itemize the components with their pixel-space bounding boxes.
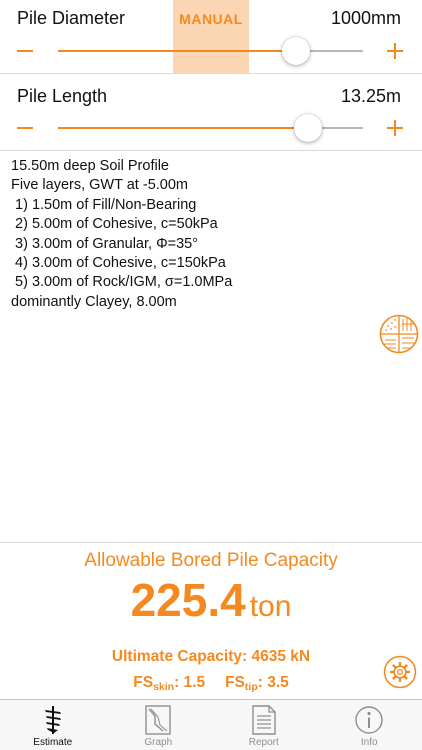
tab-info[interactable]: Info [317, 700, 422, 750]
tab-graph[interactable]: Graph [106, 700, 212, 750]
pile-diameter-section: MANUAL Pile Diameter 1000mm [0, 0, 422, 74]
profile-line: 4) 3.00m of Cohesive, c=150kPa [11, 255, 226, 272]
auger-icon [44, 706, 61, 734]
info-icon [355, 706, 383, 734]
soil-layers-icon [379, 314, 419, 354]
capacity-unit: ton [249, 590, 292, 623]
fs-tip-label: FS [225, 674, 245, 691]
gear-icon [383, 655, 417, 689]
tab-label: Graph [144, 737, 173, 748]
pile-diameter-label: Pile Diameter [17, 8, 126, 28]
pile-length-label: Pile Length [17, 86, 108, 106]
profile-line: 1) 1.50m of Fill/Non-Bearing [11, 196, 197, 213]
profile-line: Five layers, GWT at -5.00m [11, 177, 188, 194]
soil-profile-button[interactable] [379, 314, 419, 354]
manual-mode-toggle[interactable]: MANUAL [173, 11, 249, 27]
report-icon [252, 705, 276, 735]
capacity-value: 225.4 [130, 574, 246, 626]
pile-diameter-value: 1000mm [330, 8, 401, 28]
factors-of-safety: FSskin: 1.5 FStip: 3.5 [0, 674, 422, 693]
fs-tip-value: : 3.5 [257, 674, 289, 691]
ultimate-capacity: Ultimate Capacity: 4635 kN [111, 648, 311, 665]
soil-profile-text: 15.50m deep Soil Profile Five layers, GW… [11, 157, 371, 312]
graph-icon [145, 705, 171, 735]
slider-thumb[interactable] [294, 114, 322, 142]
diameter-increase-button[interactable] [385, 41, 405, 61]
allowable-capacity-title: Allowable Bored Pile Capacity [84, 550, 338, 571]
allowable-capacity: 225.4 ton [0, 573, 422, 627]
app-root: MANUAL Pile Diameter 1000mm Pile Length … [0, 0, 422, 750]
profile-line: dominantly Clayey, 8.00m [11, 293, 177, 310]
profile-line: 3) 3.00m of Granular, Φ=35° [11, 235, 199, 252]
profile-line: 5) 3.00m of Rock/IGM, σ=1.0MPa [11, 274, 233, 291]
slider-fill [58, 127, 308, 129]
fs-skin-subscript: skin [153, 681, 175, 693]
profile-line: 2) 5.00m of Cohesive, c=50kPa [11, 216, 218, 233]
results-panel: Allowable Bored Pile Capacity 225.4 ton U… [0, 542, 422, 699]
tab-label: Estimate [33, 737, 73, 748]
settings-button[interactable] [383, 655, 417, 689]
pile-length-section: Pile Length 13.25m [0, 74, 422, 151]
pile-length-slider[interactable] [58, 114, 363, 142]
slider-fill [58, 50, 296, 52]
pile-diameter-slider[interactable] [58, 37, 363, 65]
tab-report[interactable]: Report [211, 700, 317, 750]
slider-thumb[interactable] [282, 37, 310, 65]
diameter-decrease-button[interactable] [15, 41, 35, 61]
tab-label: Report [248, 737, 279, 748]
profile-line: 15.50m deep Soil Profile [11, 158, 169, 174]
tab-label: Info [360, 737, 378, 748]
pile-length-value: 13.25m [340, 86, 401, 106]
fs-skin-value: : 1.5 [174, 674, 206, 691]
tab-estimate[interactable]: Estimate [0, 700, 106, 750]
length-decrease-button[interactable] [15, 118, 35, 138]
tab-bar: Estimate Graph Report Info [0, 699, 422, 750]
length-increase-button[interactable] [385, 118, 405, 138]
fs-tip-subscript: tip [244, 681, 258, 693]
fs-skin-label: FS [133, 674, 154, 691]
